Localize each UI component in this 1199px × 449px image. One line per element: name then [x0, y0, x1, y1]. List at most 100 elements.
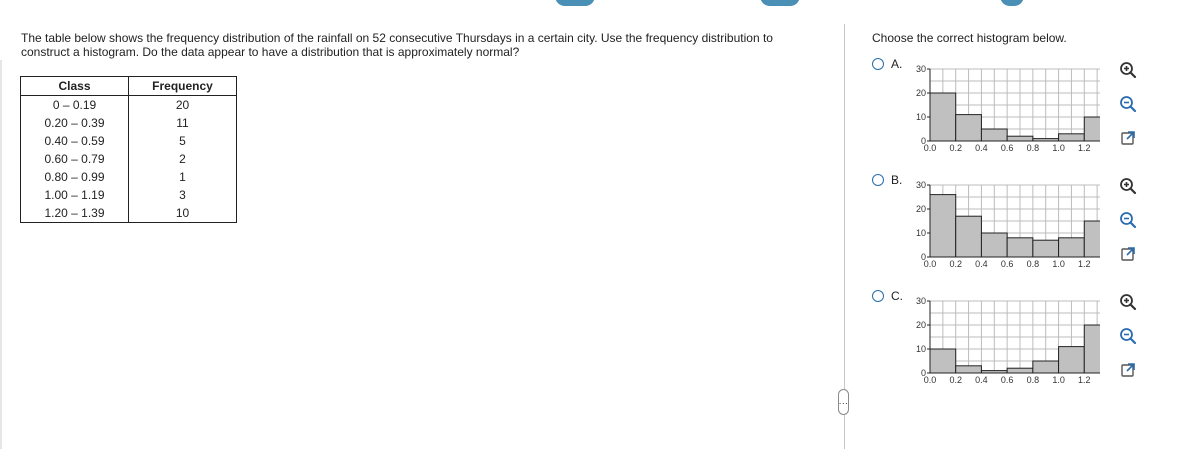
popout-icon[interactable] [1118, 244, 1138, 264]
histogram-c: 01020300.00.20.40.60.81.01.21.4 [916, 297, 1100, 385]
x-tick-label: 0.8 [1027, 259, 1040, 269]
y-tick-label: 10 [916, 112, 926, 122]
histogram-bar [980, 128, 1008, 142]
histogram-bar [1058, 346, 1085, 374]
option-b-radio[interactable] [872, 174, 884, 186]
panel-resize-handle[interactable]: ⋮ [838, 389, 849, 415]
histogram-bar [1058, 237, 1085, 258]
class-cell: 0 – 0.19 [20, 95, 129, 114]
histogram-bar [1058, 133, 1085, 142]
frequency-cell: 11 [176, 116, 189, 130]
histogram-a: 01020300.00.20.40.60.81.01.21.4 [916, 65, 1100, 153]
frequency-cell: 3 [179, 188, 186, 202]
histogram-bar [1083, 116, 1100, 142]
x-tick-label: 1.2 [1078, 259, 1091, 269]
table-row: 0 – 0.19 20 [20, 95, 237, 114]
zoom-in-icon[interactable] [1118, 292, 1138, 312]
left-edge [0, 60, 2, 449]
table-row: 0.80 – 0.99 1 [20, 168, 237, 186]
x-tick-label: 0.4 [975, 375, 988, 385]
frequency-cell: 20 [175, 98, 190, 112]
histogram-bar [929, 194, 957, 258]
histogram-bar [1006, 237, 1034, 258]
y-tick-label: 10 [916, 344, 926, 354]
class-cell: 0.40 – 0.59 [20, 132, 129, 150]
class-cell: 0.20 – 0.39 [20, 114, 129, 132]
table-row: 0.20 – 0.39 11 [20, 114, 237, 132]
class-cell: 0.80 – 0.99 [20, 168, 129, 186]
zoom-in-icon[interactable] [1118, 176, 1138, 196]
popout-icon[interactable] [1118, 128, 1138, 148]
table-row: 1.20 – 1.39 10 [20, 204, 237, 223]
x-tick-label: 1.0 [1052, 143, 1065, 153]
x-tick-label: 0.6 [1001, 143, 1014, 153]
histogram-bar [929, 92, 957, 142]
x-tick-label: 0.6 [1001, 259, 1014, 269]
class-cell: 0.60 – 0.79 [20, 150, 129, 168]
y-tick-label: 20 [916, 204, 926, 214]
class-header: Class [20, 76, 129, 96]
histogram-bar [1006, 135, 1034, 142]
histogram-bar [955, 114, 982, 142]
zoom-in-icon[interactable] [1118, 60, 1138, 80]
zoom-out-icon[interactable] [1118, 210, 1138, 230]
frequency-table: Class Frequency 0 – 0.19 20 0.20 – 0.39 11… [20, 76, 237, 223]
x-tick-label: 1.0 [1052, 375, 1065, 385]
x-tick-label: 0.0 [924, 259, 937, 269]
x-tick-label: 1.2 [1078, 375, 1091, 385]
frequency-cell: 1 [179, 170, 186, 184]
histogram-bar [1032, 360, 1060, 374]
table-row: 0.40 – 0.59 5 [20, 132, 237, 150]
x-tick-label: 0.8 [1027, 375, 1040, 385]
option-c-radio[interactable] [872, 290, 884, 302]
class-cell: 1.20 – 1.39 [20, 204, 129, 223]
frequency-cell: 5 [179, 134, 186, 148]
option-c-label: C. [891, 289, 903, 303]
option-a-radio[interactable] [872, 58, 884, 70]
popout-icon[interactable] [1118, 360, 1138, 380]
x-tick-label: 1.0 [1052, 259, 1065, 269]
option-a[interactable]: A. 01020300.00.20.40.60.81.01.21.4 [872, 57, 1172, 177]
zoom-out-icon[interactable] [1118, 326, 1138, 346]
table-header-row: Class Frequency [20, 76, 237, 96]
frequency-header: Frequency [128, 76, 237, 96]
table-row: 1.00 – 1.19 3 [20, 186, 237, 204]
x-tick-label: 0.0 [924, 143, 937, 153]
nav-pill[interactable] [760, 0, 800, 6]
option-b[interactable]: B. 01020300.00.20.40.60.81.01.21.4 [872, 173, 1172, 293]
x-tick-label: 0.0 [924, 375, 937, 385]
histogram-bar [955, 215, 982, 258]
y-tick-label: 20 [916, 88, 926, 98]
histogram-bar [1032, 239, 1060, 258]
x-tick-label: 0.4 [975, 259, 988, 269]
histogram-bar [1083, 220, 1100, 258]
question-text: The table below shows the frequency dist… [21, 31, 773, 59]
y-tick-label: 10 [916, 228, 926, 238]
top-bar [0, 0, 1199, 6]
answer-prompt: Choose the correct histogram below. [872, 31, 1067, 45]
class-cell: 1.00 – 1.19 [20, 186, 129, 204]
frequency-cell: 2 [179, 152, 186, 166]
x-tick-label: 0.2 [949, 143, 962, 153]
option-a-label: A. [891, 57, 903, 71]
frequency-cell: 10 [175, 206, 190, 220]
y-tick-label: 30 [916, 181, 926, 190]
x-tick-label: 0.8 [1027, 143, 1040, 153]
option-c[interactable]: C. 01020300.00.20.40.60.81.01.21.4 [872, 289, 1172, 409]
histogram-bar [955, 365, 982, 374]
histogram-bar [1006, 367, 1034, 374]
x-tick-label: 1.2 [1078, 143, 1091, 153]
zoom-out-icon[interactable] [1118, 94, 1138, 114]
histogram-b: 01020300.00.20.40.60.81.01.21.4 [916, 181, 1100, 269]
nav-pill[interactable] [555, 0, 595, 6]
x-tick-label: 0.4 [975, 143, 988, 153]
panel-divider [844, 24, 845, 449]
table-row: 0.60 – 0.79 2 [20, 150, 237, 168]
x-tick-label: 0.2 [949, 375, 962, 385]
x-tick-label: 0.6 [1001, 375, 1014, 385]
y-tick-label: 30 [916, 65, 926, 74]
histogram-bar [929, 348, 957, 374]
x-tick-label: 0.2 [949, 259, 962, 269]
nav-pill[interactable] [1000, 0, 1024, 6]
histogram-bar [1083, 324, 1100, 374]
